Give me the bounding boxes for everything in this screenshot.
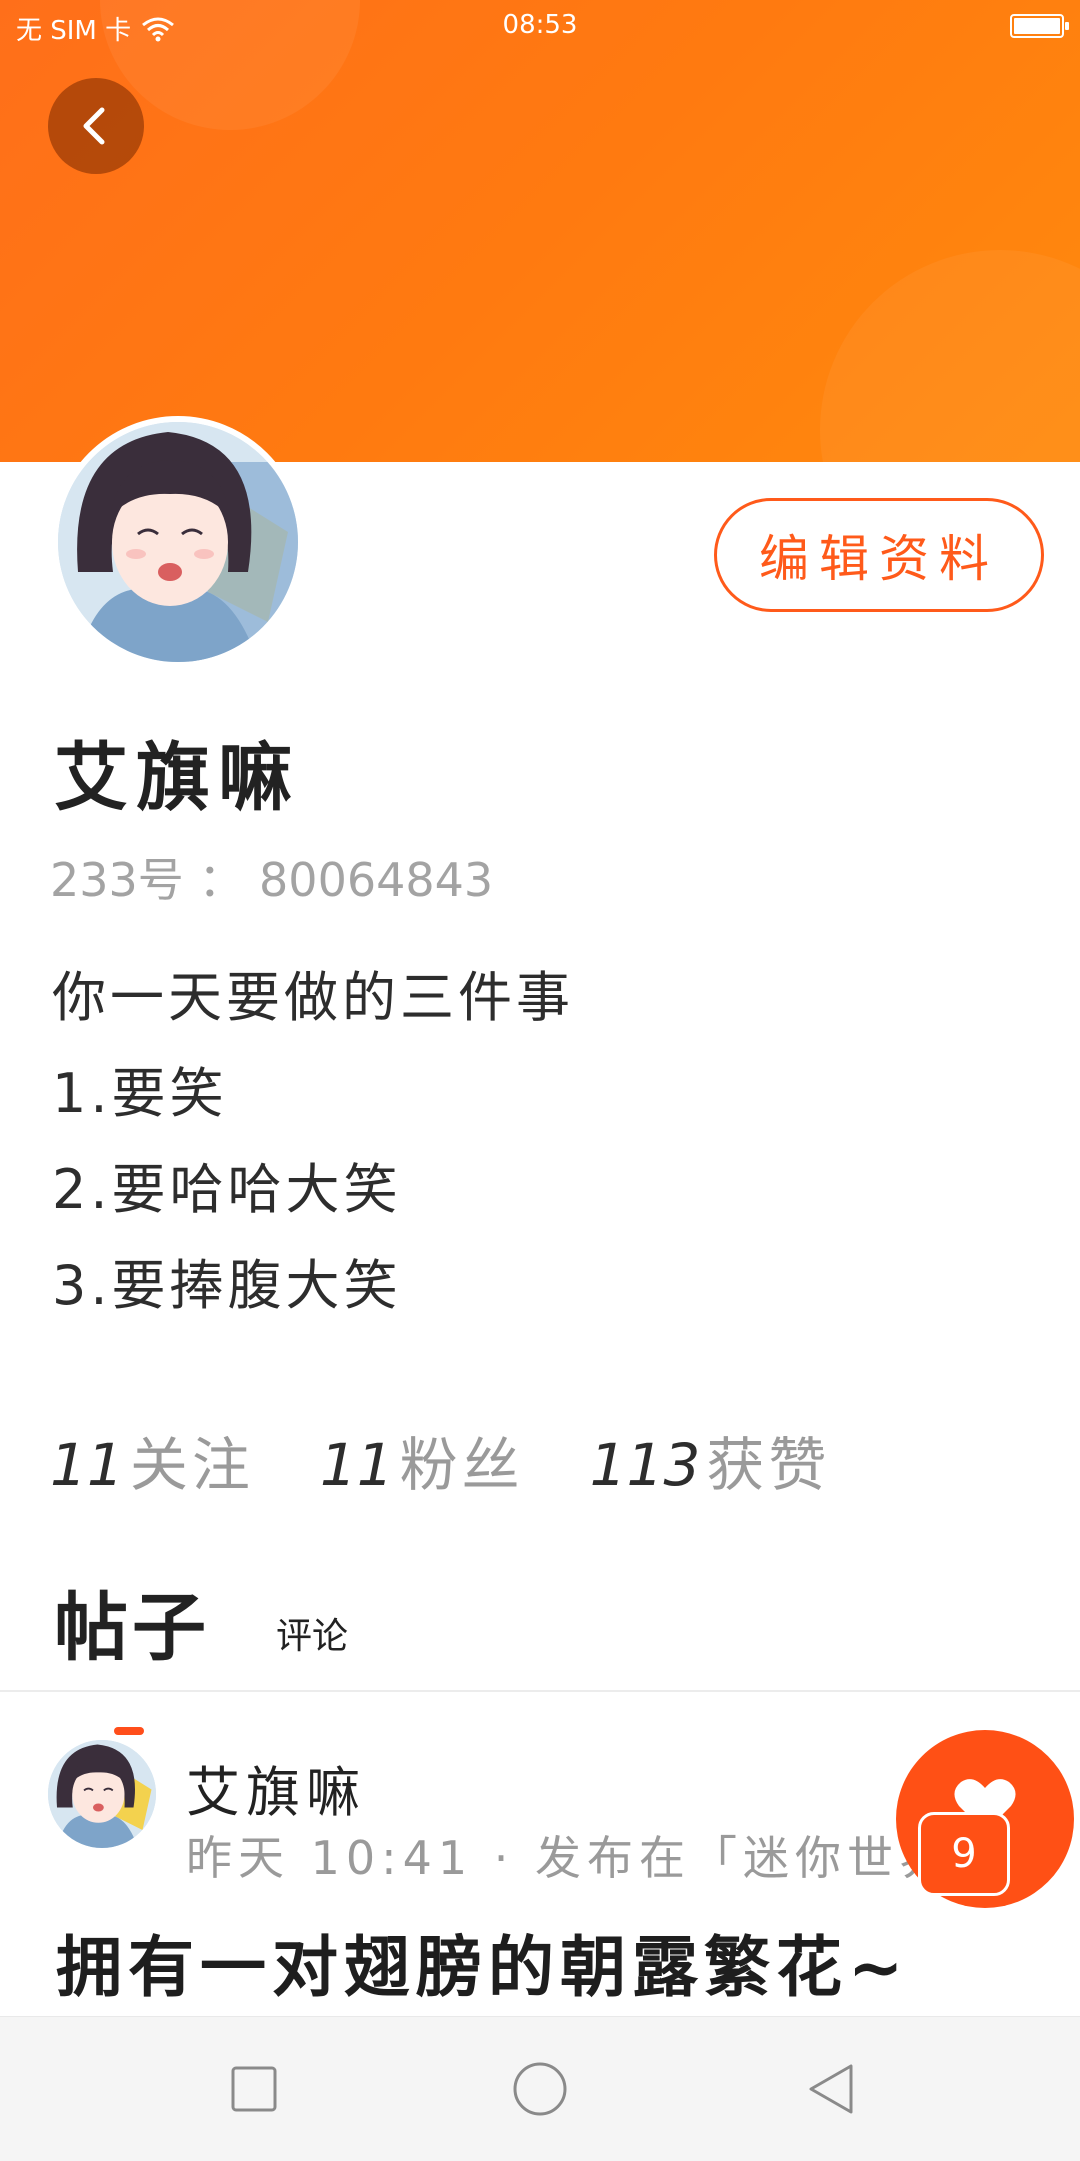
profile-avatar[interactable] — [52, 416, 304, 668]
bio-line: 你一天要做的三件事 — [52, 966, 574, 1029]
square-recent-icon — [231, 2066, 277, 2112]
profile-stats: 11 关注 11 粉丝 113 获赞 — [50, 1418, 830, 1502]
edit-profile-button[interactable]: 编辑资料 — [714, 498, 1044, 612]
chevron-left-icon — [83, 107, 105, 145]
bio-line: 3.要捧腹大笑 — [52, 1254, 402, 1317]
following-label: 关注 — [129, 1431, 254, 1499]
likes-stat[interactable]: 113 获赞 — [590, 1418, 831, 1502]
back-nav-button[interactable] — [798, 2057, 862, 2121]
bio-line: 1.要笑 — [52, 1062, 228, 1125]
following-stat[interactable]: 11 关注 — [50, 1418, 254, 1502]
likes-count: 113 — [589, 1431, 701, 1499]
circle-home-icon — [513, 2062, 567, 2116]
battery-icon — [1010, 14, 1069, 38]
status-time: 08:53 — [502, 10, 578, 40]
status-bar: 无 SIM 卡 08:53 — [0, 0, 1080, 52]
followers-stat[interactable]: 11 粉丝 — [320, 1418, 524, 1502]
like-count-badge: 9 — [918, 1812, 1010, 1896]
tab-posts[interactable]: 帖子 — [54, 1568, 210, 1735]
bio-line: 2.要哈哈大笑 — [52, 1158, 402, 1221]
profile-id: 233号 ： 80064843 — [50, 853, 494, 907]
recent-apps-button[interactable] — [222, 2057, 286, 2121]
profile-header — [0, 0, 1080, 462]
followers-label: 粉丝 — [399, 1431, 524, 1499]
following-count: 11 — [50, 1431, 124, 1499]
profile-name: 艾旗嘛 — [54, 735, 300, 821]
followers-count: 11 — [319, 1431, 394, 1499]
header-decoration — [820, 250, 1080, 462]
post-author-avatar[interactable] — [48, 1740, 156, 1848]
post-author-name[interactable]: 艾旗嘛 — [186, 1748, 366, 1827]
profile-bio: 你一天要做的三件事 1.要笑 2.要哈哈大笑 3.要捧腹大笑 — [52, 950, 574, 1334]
avatar-image — [58, 422, 298, 662]
system-nav-bar — [0, 2016, 1080, 2161]
content-tabs: 帖子 评论 — [54, 1568, 348, 1735]
avatar-image — [48, 1740, 156, 1848]
tab-comments[interactable]: 评论 — [276, 1607, 348, 1675]
triangle-back-icon — [809, 2064, 853, 2114]
home-button[interactable] — [508, 2057, 572, 2121]
likes-label: 获赞 — [706, 1431, 831, 1499]
post-meta: 昨天 10:41 · 发布在「迷你世界 — [186, 1831, 952, 1885]
back-button[interactable] — [48, 78, 144, 174]
divider — [0, 1690, 1080, 1692]
post-title[interactable]: 拥有一对翅膀的朝露繁花~ — [56, 1914, 909, 2010]
